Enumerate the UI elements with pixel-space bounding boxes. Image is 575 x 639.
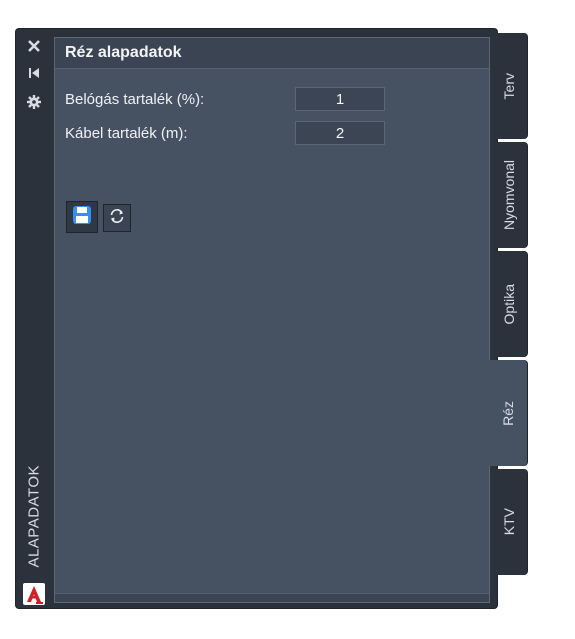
autocad-logo [23, 583, 45, 605]
close-icon[interactable] [25, 37, 43, 55]
tab-nyomvonal[interactable]: Nyomvonal [490, 142, 527, 248]
tab-label: KTV [500, 508, 517, 536]
auto-hide-icon[interactable] [25, 64, 43, 82]
palette-title-strip[interactable]: ALAPADATOK [16, 29, 54, 608]
kabel-label: Kábel tartalék (m): [65, 125, 188, 142]
refresh-button[interactable] [103, 204, 131, 232]
tab-label: Réz [500, 400, 516, 426]
belogas-input[interactable] [295, 87, 385, 111]
panel-bottom-bar [55, 593, 489, 602]
tab-rez[interactable]: Réz [489, 360, 527, 466]
palette-content: Réz alapadatok Belógás tartalék (%): Káb… [54, 37, 490, 603]
tab-optika[interactable]: Optika [490, 251, 527, 357]
panel-header-title: Réz alapadatok [55, 38, 489, 69]
save-icon [72, 205, 92, 230]
tab-ktv[interactable]: KTV [490, 469, 527, 575]
kabel-input[interactable] [295, 121, 385, 145]
refresh-icon [108, 207, 126, 230]
tool-palette: ALAPADATOK Réz alapadatok Belógás tartal… [16, 29, 497, 608]
field-row-kabel: Kábel tartalék (m): [65, 121, 485, 147]
save-button[interactable] [66, 201, 98, 233]
tab-terv[interactable]: Terv [490, 33, 527, 139]
tab-label: Optika [500, 283, 517, 325]
belogas-label: Belógás tartalék (%): [65, 91, 205, 108]
settings-icon[interactable] [25, 93, 43, 111]
tab-label: Nyomvonal [500, 159, 517, 231]
palette-vertical-title: ALAPADATOK [25, 465, 43, 568]
tab-label: Terv [500, 72, 517, 100]
field-row-belogas: Belógás tartalék (%): [65, 87, 485, 113]
